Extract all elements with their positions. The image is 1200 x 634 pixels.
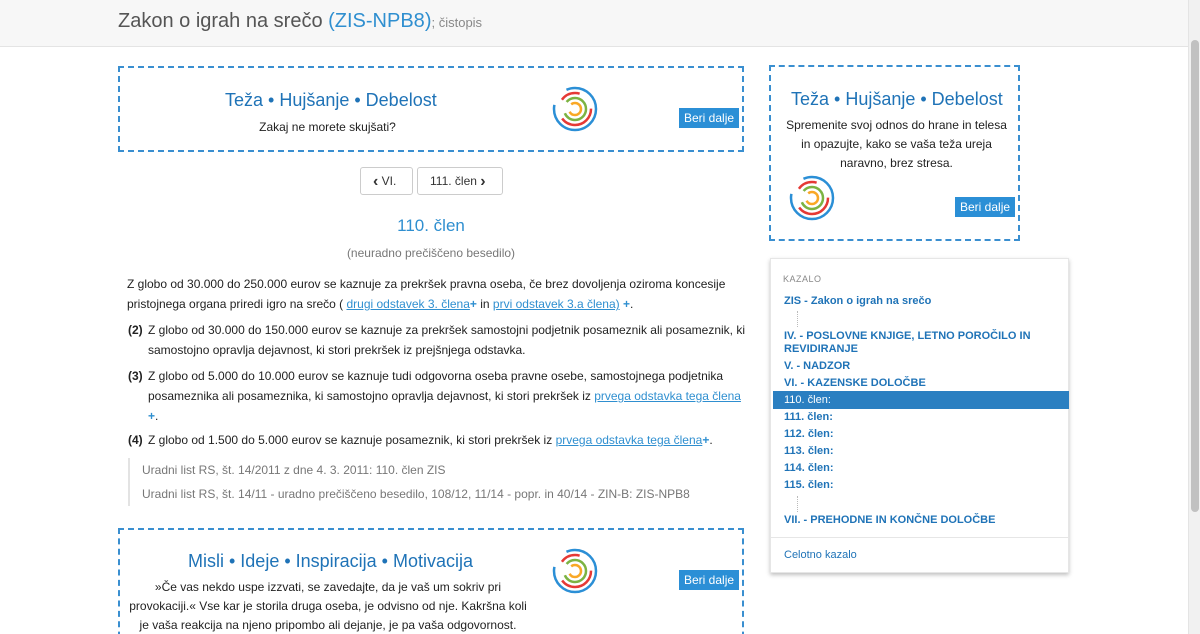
toc-item-article-110[interactable]: 110. člen: bbox=[784, 394, 831, 407]
link-drugi-odstavek-3-clena[interactable]: drugi odstavek 3. člena bbox=[346, 297, 469, 311]
toc-item-chapter-5[interactable]: V. - NADZOR bbox=[784, 360, 850, 373]
toc-full-link[interactable]: Celotno kazalo bbox=[784, 549, 857, 561]
paragraph-2: (2) Z globo od 30.000 do 150.000 eurov s… bbox=[128, 320, 748, 360]
law-title: Zakon o igrah na srečo bbox=[118, 10, 323, 32]
link-prvi-odstavek-3a-clena[interactable]: prvi odstavek 3.a člena) bbox=[493, 297, 620, 311]
ad-top-text: Zakaj ne morete skujšati? bbox=[259, 120, 396, 134]
paragraph-3: (3) Z globo od 5.000 do 10.000 eurov se … bbox=[128, 366, 748, 426]
law-code: ZIS-NPB8 bbox=[334, 10, 425, 32]
law-subtitle: ; čistopis bbox=[431, 15, 483, 30]
page-scrollbar[interactable] bbox=[1188, 0, 1200, 634]
toc-heading: KAZALO bbox=[783, 274, 822, 284]
ad-bottom-title[interactable]: Misli • Ideje • Inspiracija • Motivacija bbox=[188, 551, 473, 572]
paragraph-number: (3) bbox=[128, 369, 143, 383]
ad-side[interactable]: Teža • Hujšanje • Debelost Spremenite sv… bbox=[769, 65, 1020, 241]
circle-logo-icon bbox=[552, 86, 598, 132]
plus-icon[interactable]: + bbox=[470, 297, 477, 311]
plus-icon[interactable]: + bbox=[148, 409, 155, 423]
paragraph-number: (4) bbox=[128, 433, 143, 447]
circle-logo-icon bbox=[552, 548, 598, 594]
ad-top-title[interactable]: Teža • Hujšanje • Debelost bbox=[225, 90, 437, 111]
ad-top[interactable]: Teža • Hujšanje • Debelost Zakaj ne more… bbox=[118, 66, 744, 152]
page-title: Zakon o igrah na srečo (ZIS-NPB8); čisto… bbox=[118, 10, 483, 32]
toc-item-root[interactable]: ZIS - Zakon o igrah na srečo bbox=[784, 295, 931, 308]
toc-item-article-112[interactable]: 112. člen: bbox=[784, 428, 834, 441]
ad-side-read-more-button[interactable]: Beri dalje bbox=[955, 197, 1016, 217]
source-line: Uradni list RS, št. 14/11 - uradno preči… bbox=[142, 487, 690, 501]
link-prvega-odstavka-tega-clena[interactable]: prvega odstavka tega člena bbox=[556, 433, 703, 447]
toc-item-chapter-4[interactable]: IV. - POSLOVNE KNJIGE, LETNO POROČILO IN… bbox=[784, 330, 1031, 356]
ad-side-text: Spremenite svoj odnos do hrane in telesa… bbox=[786, 118, 1007, 170]
sources-block: Uradni list RS, št. 14/2011 z dne 4. 3. … bbox=[128, 458, 728, 506]
article-title: 110. člen bbox=[397, 216, 465, 235]
toc-item-article-114[interactable]: 114. člen: bbox=[784, 462, 834, 475]
toc-connector bbox=[797, 311, 798, 327]
next-article-button[interactable]: 111. člen › bbox=[417, 167, 503, 195]
toc-divider bbox=[771, 537, 1068, 538]
prev-chapter-button[interactable]: ‹ VI. bbox=[360, 167, 413, 195]
link-prvega-odstavka-tega-clena[interactable]: prvega odstavka tega člena bbox=[594, 389, 741, 403]
chevron-right-icon: › bbox=[480, 173, 486, 190]
source-line: Uradni list RS, št. 14/2011 z dne 4. 3. … bbox=[142, 463, 446, 477]
ad-side-title[interactable]: Teža • Hujšanje • Debelost bbox=[791, 89, 1003, 110]
toc-panel: KAZALO ZIS - Zakon o igrah na srečo IV. … bbox=[770, 258, 1069, 573]
scrollbar-thumb[interactable] bbox=[1191, 40, 1199, 512]
ad-top-read-more-button[interactable]: Beri dalje bbox=[679, 108, 740, 128]
paragraph-number: (2) bbox=[128, 323, 143, 337]
ad-bottom[interactable]: Misli • Ideje • Inspiracija • Motivacija… bbox=[118, 528, 744, 634]
toc-item-article-115[interactable]: 115. člen: bbox=[784, 479, 834, 492]
circle-logo-icon bbox=[789, 175, 835, 221]
toc-item-chapter-7[interactable]: VII. - PREHODNE IN KONČNE DOLOČBE bbox=[784, 514, 995, 527]
paragraph-1: Z globo od 30.000 do 250.000 eurov se ka… bbox=[127, 277, 726, 311]
plus-icon[interactable]: + bbox=[623, 297, 630, 311]
paragraph-4: (4) Z globo od 1.500 do 5.000 eurov se k… bbox=[128, 430, 748, 450]
ad-bottom-text: »Če vas nekdo uspe izzvati, se zavedajte… bbox=[129, 580, 527, 632]
article-subtitle: (neuradno prečiščeno besedilo) bbox=[346, 246, 516, 260]
toc-item-chapter-6[interactable]: VI. - KAZENSKE DOLOČBE bbox=[784, 377, 926, 390]
top-bar: Zakon o igrah na srečo (ZIS-NPB8); čisto… bbox=[0, 0, 1188, 47]
toc-item-article-111[interactable]: 111. člen: bbox=[784, 411, 833, 424]
chevron-left-icon: ‹ bbox=[373, 173, 379, 190]
toc-item-article-113[interactable]: 113. člen: bbox=[784, 445, 834, 458]
ad-bottom-read-more-button[interactable]: Beri dalje bbox=[679, 570, 740, 590]
toc-connector bbox=[797, 496, 798, 512]
